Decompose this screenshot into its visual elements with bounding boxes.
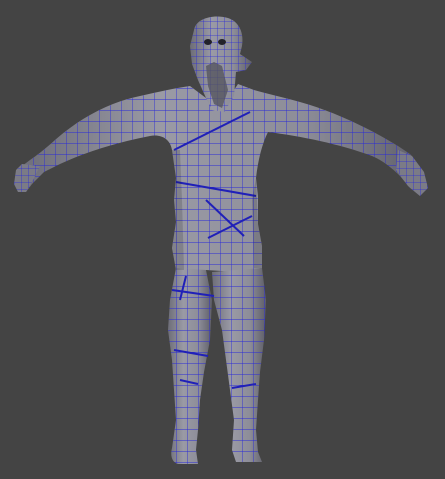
mesh-render [14, 16, 428, 465]
3d-viewport[interactable] [0, 0, 445, 479]
eye-left [204, 39, 212, 45]
eye-right [218, 39, 226, 45]
character-mesh[interactable] [14, 16, 428, 465]
